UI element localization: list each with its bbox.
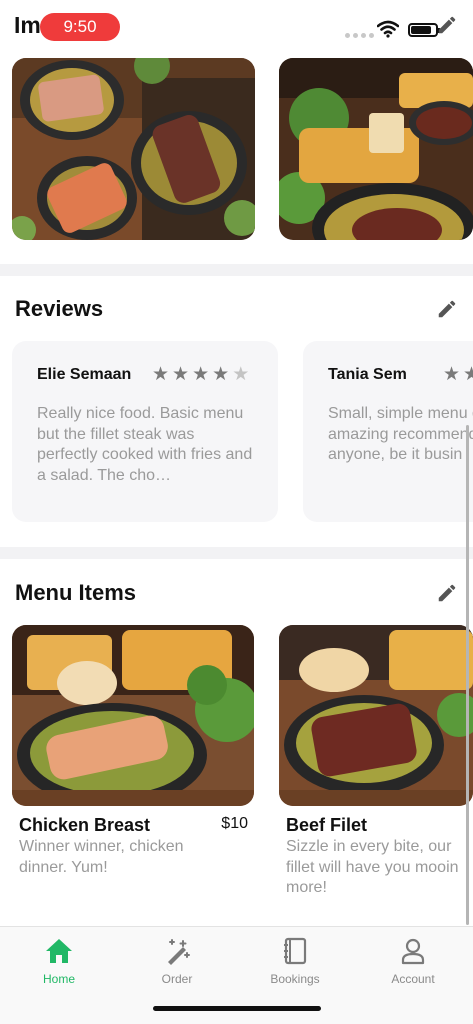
home-icon <box>46 939 72 963</box>
menu-items-title: Menu Items <box>15 580 137 605</box>
gallery-photo[interactable] <box>279 58 473 240</box>
person-icon <box>401 938 425 965</box>
wifi-icon <box>377 20 399 38</box>
reviews-carousel[interactable]: Elie Semaan ★ ★ ★ ★ ★ Really nice food. … <box>12 341 473 523</box>
section-title-partial: Im <box>14 12 41 38</box>
tab-bookings[interactable]: Bookings <box>236 927 354 997</box>
star-icon: ★ <box>152 364 170 385</box>
menu-item-description: Winner winner, chicken dinner. Yum! <box>19 838 184 876</box>
magic-wand-icon <box>168 939 190 965</box>
image-gallery[interactable] <box>12 58 473 240</box>
menu-item-description: Sizzle in every bite, our fillet will ha… <box>286 838 459 896</box>
home-indicator <box>153 1006 321 1011</box>
menu-item-name: Beef Filet <box>286 815 368 835</box>
pencil-icon[interactable] <box>436 298 458 320</box>
star-icon: ★ <box>463 364 473 385</box>
review-card[interactable]: Elie Semaan ★ ★ ★ ★ ★ Really nice food. … <box>12 341 278 522</box>
review-text: Really nice food. Basic menu but the fil… <box>37 405 253 484</box>
review-author: Elie Semaan <box>37 366 132 383</box>
pencil-icon[interactable] <box>436 14 458 36</box>
star-rating: ★ ★ ★ ★ ★ <box>152 365 249 385</box>
menu-item-photo <box>279 625 473 806</box>
menu-items-carousel[interactable]: Chicken Breast $10 Winner winner, chicke… <box>12 625 473 915</box>
tab-account[interactable]: Account <box>354 927 472 997</box>
tab-order[interactable]: Order <box>118 927 236 997</box>
star-rating: ★ ★ ★ ★ ★ <box>443 365 473 385</box>
status-bar: Im 9:50 <box>0 0 473 56</box>
star-icon: ★ <box>212 364 230 385</box>
star-icon: ★ <box>192 364 210 385</box>
menu-item-card[interactable]: Beef Filet Sizzle in every bite, our fil… <box>279 625 473 915</box>
time-pill: 9:50 <box>40 13 120 41</box>
steak-fries-photo <box>279 58 473 240</box>
tab-bookings-label: Bookings <box>270 972 320 986</box>
reviews-title: Reviews <box>15 296 104 321</box>
grilled-platter-photo <box>12 58 255 240</box>
section-divider <box>0 264 473 276</box>
review-card[interactable]: Tania Sem ★ ★ ★ ★ ★ Small, simple menu q… <box>303 341 473 522</box>
review-author: Tania Sem <box>328 366 407 383</box>
star-empty-icon: ★ <box>232 364 250 385</box>
pencil-icon[interactable] <box>436 582 458 604</box>
tab-home-label: Home <box>42 972 75 986</box>
signal-dots-icon <box>345 33 374 38</box>
battery-icon <box>408 23 441 37</box>
section-divider <box>0 547 473 559</box>
tab-home[interactable]: Home <box>0 927 118 997</box>
gallery-photo[interactable] <box>12 58 255 240</box>
tab-account-label: Account <box>391 972 435 986</box>
chicken-breast-photo <box>12 625 254 806</box>
menu-item-card[interactable]: Chicken Breast $10 Winner winner, chicke… <box>12 625 254 915</box>
beef-filet-photo <box>279 625 473 806</box>
menu-item-photo <box>12 625 254 806</box>
menu-item-name: Chicken Breast <box>19 815 151 835</box>
tab-order-label: Order <box>161 972 193 986</box>
scrollbar[interactable] <box>466 425 469 925</box>
menu-item-price: $10 <box>221 815 248 832</box>
star-icon: ★ <box>172 364 190 385</box>
notebook-icon <box>284 937 307 965</box>
review-text: Small, simple menu quality was amazing r… <box>328 405 473 463</box>
star-icon: ★ <box>443 364 461 385</box>
